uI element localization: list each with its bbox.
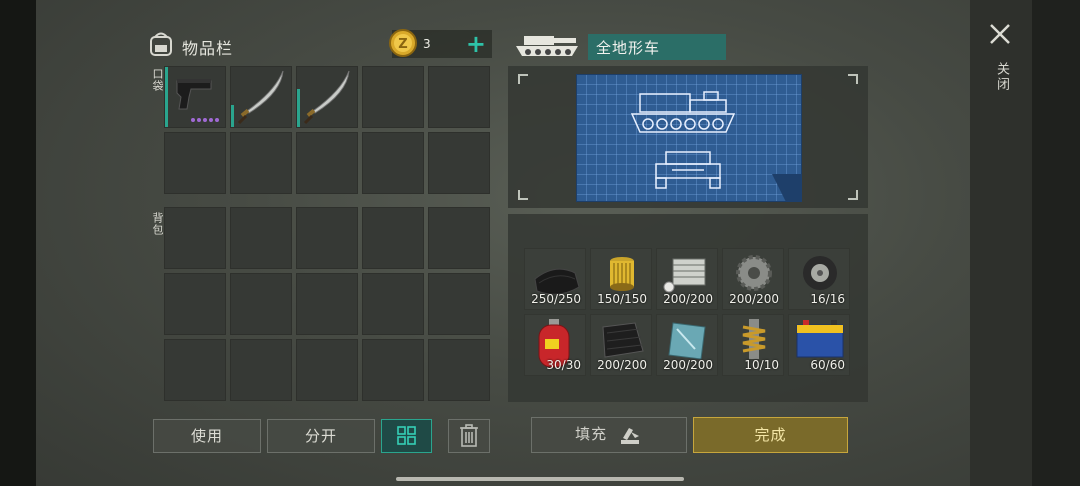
trash-button[interactable] xyxy=(448,419,490,453)
pocket-slot[interactable] xyxy=(164,66,226,128)
blueprint-panel xyxy=(508,66,868,208)
tank-icon xyxy=(516,36,578,56)
part-slot[interactable]: 60/60 xyxy=(788,314,850,376)
backpack-slot[interactable] xyxy=(230,339,292,401)
backpack-slot[interactable] xyxy=(230,273,292,335)
vehicle-header: 全地形车 xyxy=(514,32,734,62)
vehicle-name: 全地形车 xyxy=(588,34,726,60)
part-slot[interactable]: 200/200 xyxy=(656,314,718,376)
vehicle-blueprint xyxy=(576,74,802,202)
katana-icon xyxy=(237,70,284,125)
home-indicator[interactable] xyxy=(396,477,684,481)
backpack-slot[interactable] xyxy=(230,207,292,269)
part-slot[interactable]: 30/30 xyxy=(524,314,586,376)
part-quantity: 250/250 xyxy=(531,292,581,306)
part-slot[interactable]: 200/200 xyxy=(590,314,652,376)
close-button[interactable]: 关闭 xyxy=(992,62,1011,92)
backpack-slot[interactable] xyxy=(164,273,226,335)
part-slot[interactable]: 250/250 xyxy=(524,248,586,310)
part-quantity: 10/10 xyxy=(744,358,779,372)
split-button[interactable]: 分开 xyxy=(267,419,375,453)
close-icon[interactable] xyxy=(988,22,1012,46)
use-button[interactable]: 使用 xyxy=(153,419,261,453)
backpack-label: 背包 xyxy=(151,212,164,236)
part-slot[interactable]: 10/10 xyxy=(722,314,784,376)
pocket-slot[interactable] xyxy=(164,132,226,194)
backpack-slot[interactable] xyxy=(362,207,424,269)
part-slot[interactable]: 200/200 xyxy=(656,248,718,310)
pocket-label: 口袋 xyxy=(151,68,164,92)
backpack-slot[interactable] xyxy=(428,339,490,401)
blueprint-drawing-icon xyxy=(630,91,802,202)
part-quantity: 30/30 xyxy=(546,358,581,372)
backpack-slot[interactable] xyxy=(296,339,358,401)
backpack-grid xyxy=(164,207,490,401)
trash-icon xyxy=(460,424,478,447)
part-quantity: 200/200 xyxy=(729,292,779,306)
grid-icon xyxy=(397,426,416,445)
pocket-slot[interactable] xyxy=(296,66,358,128)
add-coins-button[interactable]: + xyxy=(466,30,486,58)
part-slot[interactable]: 16/16 xyxy=(788,248,850,310)
right-edge-dark xyxy=(1032,0,1080,486)
frame-corner xyxy=(848,74,858,84)
left-edge xyxy=(0,0,36,486)
backpack-slot[interactable] xyxy=(362,339,424,401)
backpack-slot[interactable] xyxy=(296,273,358,335)
sort-grid-button[interactable] xyxy=(381,419,432,453)
done-button[interactable]: 完成 xyxy=(693,417,848,453)
katana-icon xyxy=(303,70,350,125)
pocket-slot[interactable] xyxy=(362,132,424,194)
pocket-grid xyxy=(164,66,490,194)
backpack-icon xyxy=(150,32,172,56)
backpack-slot[interactable] xyxy=(428,273,490,335)
inventory-title: 物品栏 xyxy=(182,39,234,58)
parts-grid: 250/250 150/150 200/200 200/200 16/16 30… xyxy=(524,248,850,376)
coin-icon: Z xyxy=(389,29,417,57)
part-quantity: 60/60 xyxy=(810,358,845,372)
coin-box: Z 3 + xyxy=(389,29,492,58)
part-quantity: 200/200 xyxy=(597,358,647,372)
frame-corner xyxy=(518,74,528,84)
backpack-slot[interactable] xyxy=(164,339,226,401)
pocket-slot[interactable] xyxy=(230,132,292,194)
fill-label: 填充 xyxy=(575,425,608,443)
pocket-slot[interactable] xyxy=(362,66,424,128)
backpack-slot[interactable] xyxy=(428,207,490,269)
rarity-dots xyxy=(191,118,219,122)
pocket-slot[interactable] xyxy=(428,66,490,128)
part-quantity: 200/200 xyxy=(663,292,713,306)
pocket-slot[interactable] xyxy=(296,132,358,194)
backpack-slot[interactable] xyxy=(164,207,226,269)
pocket-slot[interactable] xyxy=(428,132,490,194)
part-quantity: 150/150 xyxy=(597,292,647,306)
frame-corner xyxy=(518,190,528,200)
parts-panel: 250/250 150/150 200/200 200/200 16/16 30… xyxy=(508,214,868,402)
part-slot[interactable]: 150/150 xyxy=(590,248,652,310)
svg-text:Z: Z xyxy=(398,37,407,52)
fill-button[interactable]: 填充 xyxy=(531,417,687,453)
part-quantity: 16/16 xyxy=(810,292,845,306)
part-slot[interactable]: 200/200 xyxy=(722,248,784,310)
frame-corner xyxy=(848,190,858,200)
pocket-slot[interactable] xyxy=(230,66,292,128)
fill-icon xyxy=(620,427,639,444)
inventory-header: 物品栏 Z 3 + xyxy=(146,28,492,62)
backpack-slot[interactable] xyxy=(296,207,358,269)
backpack-slot[interactable] xyxy=(362,273,424,335)
part-quantity: 200/200 xyxy=(663,358,713,372)
coin-count: 3 xyxy=(423,37,431,51)
